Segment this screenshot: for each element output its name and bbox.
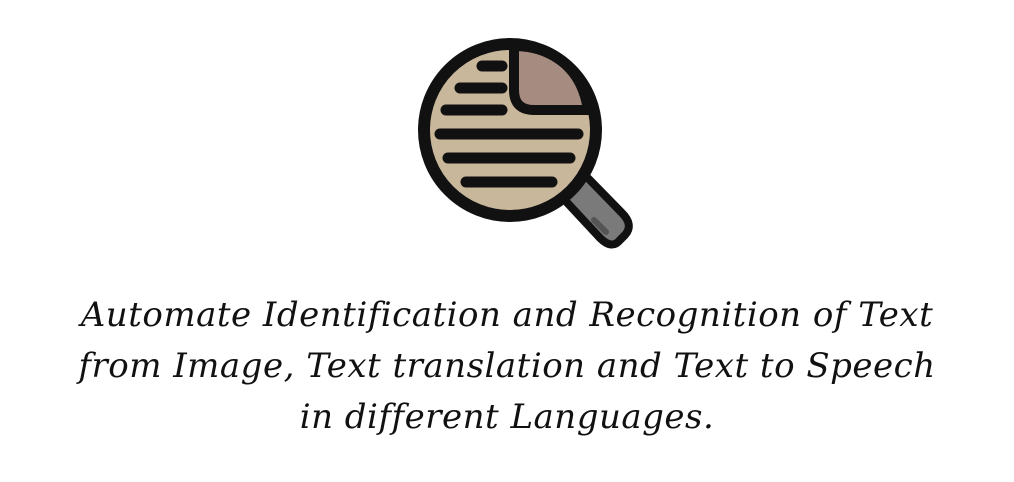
tagline-line-2: from Image, Text translation and Text to… bbox=[78, 346, 936, 386]
tagline: Automate Identification and Recognition … bbox=[0, 290, 1014, 443]
tagline-line-3: in different Languages. bbox=[299, 397, 715, 437]
page-corner bbox=[509, 41, 593, 115]
tagline-line-1: Automate Identification and Recognition … bbox=[80, 295, 934, 335]
magnifier-document-icon bbox=[410, 30, 640, 260]
